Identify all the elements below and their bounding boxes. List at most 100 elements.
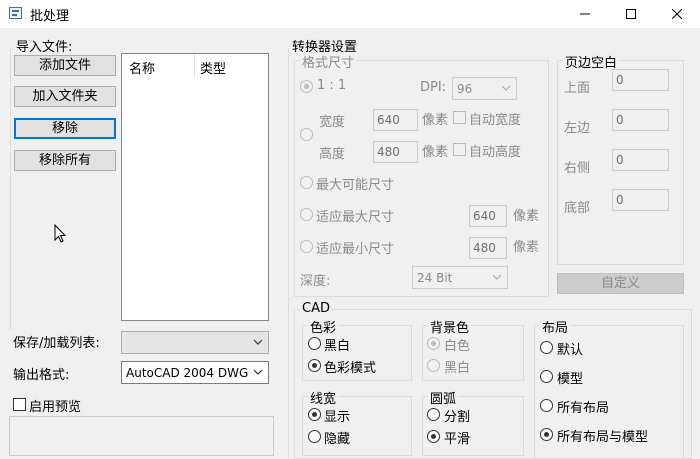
custom-margins-button[interactable]: 自定义 xyxy=(557,273,684,294)
margin-top-input[interactable]: 0 xyxy=(612,69,669,91)
fit-min-pixel-unit: 像素 xyxy=(513,240,540,255)
depth-label: 深度: xyxy=(300,274,331,289)
height-input[interactable]: 480 xyxy=(373,141,418,163)
output-format-value: AutoCAD 2004 DWG (*.dwg) xyxy=(126,366,250,380)
layout-all-label: 所有布局 xyxy=(557,401,610,416)
enable-preview-label: 启用预览 xyxy=(29,400,82,415)
background-white-label: 白色 xyxy=(444,339,471,354)
max-possible-radio[interactable] xyxy=(300,176,313,189)
margin-right-label: 右侧 xyxy=(564,161,591,176)
color-bw-label: 黑白 xyxy=(324,339,351,354)
preview-panel xyxy=(9,416,274,456)
output-format-combo[interactable]: AutoCAD 2004 DWG (*.dwg) xyxy=(121,361,269,384)
file-list-header: 名称 类型 xyxy=(122,54,268,78)
column-name[interactable]: 名称 xyxy=(129,58,155,77)
layout-default-radio[interactable] xyxy=(540,341,553,354)
column-separator[interactable] xyxy=(194,54,195,78)
margin-left-input[interactable]: 0 xyxy=(612,109,669,131)
dpi-value: 96 xyxy=(457,82,473,96)
custom-size-radio[interactable] xyxy=(300,128,313,141)
fit-max-input[interactable]: 640 xyxy=(469,205,507,227)
depth-combo[interactable]: 24 Bit xyxy=(412,266,508,289)
mouse-cursor-icon xyxy=(54,224,67,243)
maximize-button[interactable] xyxy=(608,0,654,28)
layout-default-label: 默认 xyxy=(557,343,584,358)
dpi-combo[interactable]: 96 xyxy=(452,77,517,100)
arc-split-radio[interactable] xyxy=(427,408,440,421)
background-white-radio[interactable] xyxy=(427,337,440,350)
margin-top-label: 上面 xyxy=(564,81,591,96)
output-format-label: 输出格式: xyxy=(13,368,70,383)
fit-min-input[interactable]: 480 xyxy=(469,237,507,259)
cad-title: CAD xyxy=(300,301,332,316)
chevron-down-icon xyxy=(492,274,502,280)
remove-all-button[interactable]: 移除所有 xyxy=(14,150,116,171)
arc-smooth-label: 平滑 xyxy=(444,432,471,447)
linewidth-title: 线宽 xyxy=(308,388,339,407)
chevron-down-icon xyxy=(253,369,263,375)
linewidth-hide-radio[interactable] xyxy=(308,430,321,443)
auto-height-checkbox[interactable] xyxy=(453,143,466,156)
background-black-label: 黑白 xyxy=(444,361,471,376)
window-title: 批处理 xyxy=(30,9,70,24)
arc-title: 圆弧 xyxy=(428,388,459,407)
enable-preview-checkbox[interactable] xyxy=(13,398,26,411)
depth-value: 24 Bit xyxy=(417,271,453,285)
color-title: 色彩 xyxy=(308,317,339,336)
height-pixel-unit: 像素 xyxy=(422,145,449,160)
linewidth-hide-label: 隐藏 xyxy=(324,432,351,447)
color-mode-radio[interactable] xyxy=(308,359,321,372)
add-folder-button[interactable]: 加入文件夹 xyxy=(14,86,116,107)
margin-left-label: 左边 xyxy=(564,121,591,136)
height-label: 高度 xyxy=(319,147,346,162)
close-icon xyxy=(672,9,682,19)
import-files-label: 导入文件: xyxy=(16,40,73,55)
save-load-list-combo[interactable] xyxy=(121,331,269,354)
save-load-list-label: 保存/加载列表: xyxy=(13,336,100,351)
background-group: 背景色 xyxy=(422,317,524,381)
app-icon xyxy=(9,7,22,19)
layout-all-model-radio[interactable] xyxy=(540,428,553,441)
layout-model-label: 模型 xyxy=(557,372,584,387)
fit-max-radio[interactable] xyxy=(300,208,313,221)
fit-min-radio[interactable] xyxy=(300,240,313,253)
color-bw-radio[interactable] xyxy=(308,337,321,350)
close-button[interactable] xyxy=(654,0,700,28)
file-list[interactable]: 名称 类型 xyxy=(121,53,269,321)
minimize-icon xyxy=(580,13,590,15)
auto-height-label: 自动高度 xyxy=(469,145,522,160)
converter-group-border xyxy=(288,48,289,458)
auto-width-label: 自动宽度 xyxy=(469,113,522,128)
margin-bottom-input[interactable]: 0 xyxy=(612,189,669,211)
margin-bottom-label: 底部 xyxy=(564,201,591,216)
remove-button[interactable]: 移除 xyxy=(14,118,116,139)
arc-smooth-radio[interactable] xyxy=(427,430,440,443)
arc-split-label: 分割 xyxy=(444,410,471,425)
background-black-radio[interactable] xyxy=(427,359,440,372)
dpi-label: DPI: xyxy=(420,80,447,95)
column-type[interactable]: 类型 xyxy=(200,58,226,77)
chevron-down-icon xyxy=(253,339,263,345)
width-pixel-unit: 像素 xyxy=(422,113,449,128)
import-group-border xyxy=(10,48,11,330)
auto-width-checkbox[interactable] xyxy=(453,111,466,124)
linewidth-show-radio[interactable] xyxy=(308,408,321,421)
fit-max-pixel-unit: 像素 xyxy=(513,209,540,224)
fit-min-label: 适应最小尺寸 xyxy=(316,242,395,257)
max-possible-label: 最大可能尺寸 xyxy=(316,178,395,193)
title-bar: 批处理 xyxy=(0,0,700,28)
chevron-down-icon xyxy=(501,85,511,91)
margins-title: 页边空白 xyxy=(563,52,620,71)
margin-right-input[interactable]: 0 xyxy=(612,149,669,171)
layout-all-radio[interactable] xyxy=(540,399,553,412)
linewidth-group: 线宽 xyxy=(302,388,412,456)
width-input[interactable]: 640 xyxy=(373,109,418,131)
arc-group: 圆弧 xyxy=(422,388,524,456)
add-file-button[interactable]: 添加文件 xyxy=(14,55,116,76)
linewidth-show-label: 显示 xyxy=(324,410,351,425)
minimize-button[interactable] xyxy=(562,0,608,28)
fit-max-label: 适应最大尺寸 xyxy=(316,210,395,225)
color-mode-label: 色彩模式 xyxy=(324,361,377,376)
layout-model-radio[interactable] xyxy=(540,370,553,383)
ratio-1-1-radio[interactable] xyxy=(300,80,313,93)
